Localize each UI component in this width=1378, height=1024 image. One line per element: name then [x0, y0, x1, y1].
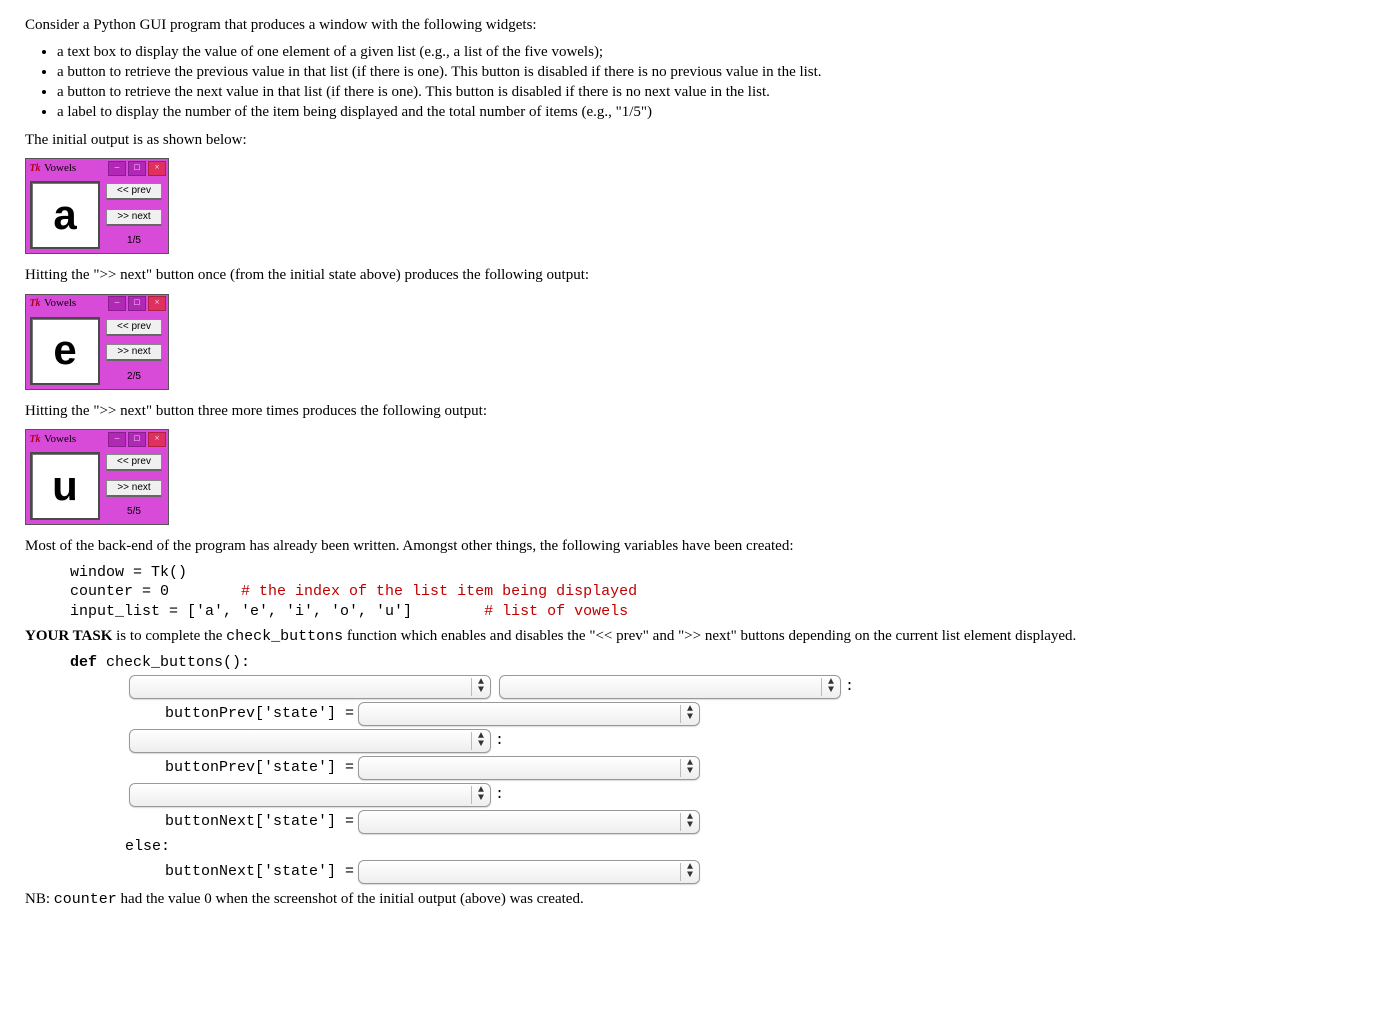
if-line-1: ▲▼ ▲▼ : [125, 675, 1353, 699]
colon: : [495, 785, 504, 805]
window-title: Vowels [42, 161, 106, 175]
minimize-icon[interactable]: – [108, 432, 126, 447]
window-title: Vowels [42, 296, 106, 310]
assign-next-1: buttonNext['state'] = ▲▼ [165, 810, 1353, 834]
tk-icon: Tk [28, 297, 42, 310]
tk-icon: Tk [28, 433, 42, 446]
task-paragraph: YOUR TASK is to complete the check_butto… [25, 627, 1353, 647]
def-line: def check_buttons(): [70, 653, 1353, 673]
list-item: a text box to display the value of one e… [57, 42, 1353, 62]
dropdown-if-keyword[interactable]: ▲▼ [129, 675, 491, 699]
vowel-textbox: e [30, 317, 100, 385]
vowel-textbox: a [30, 181, 100, 249]
tk-icon: Tk [28, 162, 42, 175]
minimize-icon[interactable]: – [108, 296, 126, 311]
assign-prev-2: buttonPrev['state'] = ▲▼ [165, 756, 1353, 780]
dropdown-elif-1[interactable]: ▲▼ [129, 729, 491, 753]
assign-next-label: buttonNext['state'] = [165, 862, 354, 882]
else-line: else: [125, 837, 1353, 857]
list-item: a button to retrieve the previous value … [57, 62, 1353, 82]
intro-text: Consider a Python GUI program that produ… [25, 16, 1353, 36]
next-button[interactable]: >> next [106, 480, 162, 497]
assign-next-2: buttonNext['state'] = ▲▼ [165, 860, 1353, 884]
counter-label: 5/5 [106, 505, 162, 518]
nb-paragraph: NB: counter had the value 0 when the scr… [25, 890, 1353, 910]
widget-list: a text box to display the value of one e… [25, 42, 1353, 123]
backend-text: Most of the back-end of the program has … [25, 537, 1353, 557]
dropdown-if-2[interactable]: ▲▼ [129, 783, 491, 807]
assign-next-label: buttonNext['state'] = [165, 812, 354, 832]
dropdown-next-state-2[interactable]: ▲▼ [358, 860, 700, 884]
next-button[interactable]: >> next [106, 209, 162, 226]
dropdown-if-condition[interactable]: ▲▼ [499, 675, 841, 699]
code-block: window = Tk() counter = 0 # the index of… [70, 563, 1353, 622]
colon: : [845, 677, 854, 697]
assign-prev-1: buttonPrev['state'] = ▲▼ [165, 702, 1353, 726]
prev-button[interactable]: << prev [106, 454, 162, 471]
close-icon[interactable]: × [148, 296, 166, 311]
assign-prev-label: buttonPrev['state'] = [165, 758, 354, 778]
vowel-window-2: Tk Vowels – □ × e << prev >> next 2/5 [25, 294, 169, 390]
maximize-icon[interactable]: □ [128, 296, 146, 311]
if-line-2: ▲▼ : [125, 783, 1353, 807]
colon: : [495, 731, 504, 751]
vowel-window-1: Tk Vowels – □ × a << prev >> next 1/5 [25, 158, 169, 254]
dropdown-prev-state-2[interactable]: ▲▼ [358, 756, 700, 780]
counter-label: 1/5 [106, 234, 162, 247]
close-icon[interactable]: × [148, 432, 166, 447]
list-item: a label to display the number of the ite… [57, 102, 1353, 122]
list-item: a button to retrieve the next value in t… [57, 82, 1353, 102]
next-button[interactable]: >> next [106, 344, 162, 361]
titlebar: Tk Vowels – □ × [26, 295, 168, 313]
after-next-three: Hitting the ">> next" button three more … [25, 402, 1353, 422]
dropdown-prev-state-1[interactable]: ▲▼ [358, 702, 700, 726]
maximize-icon[interactable]: □ [128, 432, 146, 447]
elif-line-1: ▲▼ : [125, 729, 1353, 753]
titlebar: Tk Vowels – □ × [26, 159, 168, 177]
close-icon[interactable]: × [148, 161, 166, 176]
after-next-once: Hitting the ">> next" button once (from … [25, 266, 1353, 286]
window-title: Vowels [42, 432, 106, 446]
initial-caption: The initial output is as shown below: [25, 131, 1353, 151]
dropdown-next-state-1[interactable]: ▲▼ [358, 810, 700, 834]
minimize-icon[interactable]: – [108, 161, 126, 176]
titlebar: Tk Vowels – □ × [26, 430, 168, 448]
maximize-icon[interactable]: □ [128, 161, 146, 176]
else-keyword: else: [125, 837, 170, 857]
vowel-window-3: Tk Vowels – □ × u << prev >> next 5/5 [25, 429, 169, 525]
counter-label: 2/5 [106, 370, 162, 383]
prev-button[interactable]: << prev [106, 319, 162, 336]
prev-button[interactable]: << prev [106, 183, 162, 200]
assign-prev-label: buttonPrev['state'] = [165, 704, 354, 724]
vowel-textbox: u [30, 452, 100, 520]
task-prefix: YOUR TASK [25, 628, 112, 644]
